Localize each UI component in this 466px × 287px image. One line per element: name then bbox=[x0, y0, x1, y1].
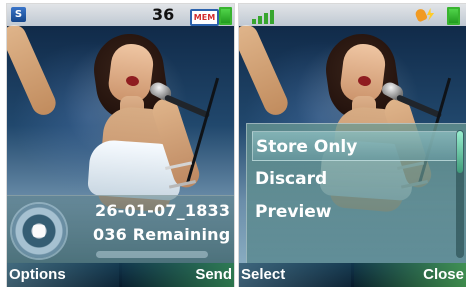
signal-bar bbox=[264, 13, 268, 24]
storage-progress-track bbox=[96, 251, 208, 258]
battery-icon bbox=[447, 7, 460, 25]
phone-screens: S 36 MEM 26-01-07_1833 036 Remaining Opt… bbox=[0, 0, 466, 287]
capture-screen: S 36 MEM 26-01-07_1833 036 Remaining Opt… bbox=[7, 4, 234, 287]
menu-item-store-only[interactable]: Store Only bbox=[252, 131, 457, 161]
send-button[interactable]: Send bbox=[195, 263, 232, 287]
raised-arm bbox=[239, 21, 292, 119]
options-button[interactable]: Options bbox=[9, 263, 66, 287]
menu-scrollbar-thumb[interactable] bbox=[457, 131, 463, 173]
menu-item-discard[interactable]: Discard bbox=[252, 164, 457, 194]
select-button[interactable]: Select bbox=[241, 263, 285, 287]
signal-icon bbox=[244, 6, 276, 24]
menu-scrollbar[interactable] bbox=[456, 130, 464, 258]
raised-arm bbox=[7, 21, 60, 119]
options-screen: Store Only Discard Preview Select Close bbox=[239, 4, 466, 287]
softkey-bar: Select Close bbox=[239, 263, 466, 287]
options-menu: Store Only Discard Preview bbox=[246, 123, 466, 264]
capture-disc-icon bbox=[12, 204, 66, 258]
photo-info-overlay: 26-01-07_1833 036 Remaining bbox=[7, 195, 234, 264]
photo-filename: 26-01-07_1833 bbox=[95, 201, 231, 220]
handset-icon bbox=[413, 7, 429, 23]
signal-bar bbox=[252, 19, 256, 24]
phone-alert-icon bbox=[413, 7, 436, 23]
close-button[interactable]: Close bbox=[423, 263, 464, 287]
status-bar: S 36 MEM bbox=[7, 4, 234, 26]
alert-bolt-icon bbox=[426, 8, 435, 21]
sim-icon: S bbox=[11, 7, 26, 22]
status-bar bbox=[239, 4, 466, 26]
signal-bar bbox=[258, 16, 262, 24]
photo-count: 36 bbox=[152, 5, 175, 24]
softkey-bar: Options Send bbox=[7, 263, 234, 287]
battery-icon bbox=[219, 7, 232, 25]
menu-item-preview[interactable]: Preview bbox=[252, 197, 457, 227]
memory-card-icon: MEM bbox=[190, 9, 219, 26]
remaining-count: 036 Remaining bbox=[93, 225, 231, 244]
signal-bar bbox=[270, 10, 274, 24]
